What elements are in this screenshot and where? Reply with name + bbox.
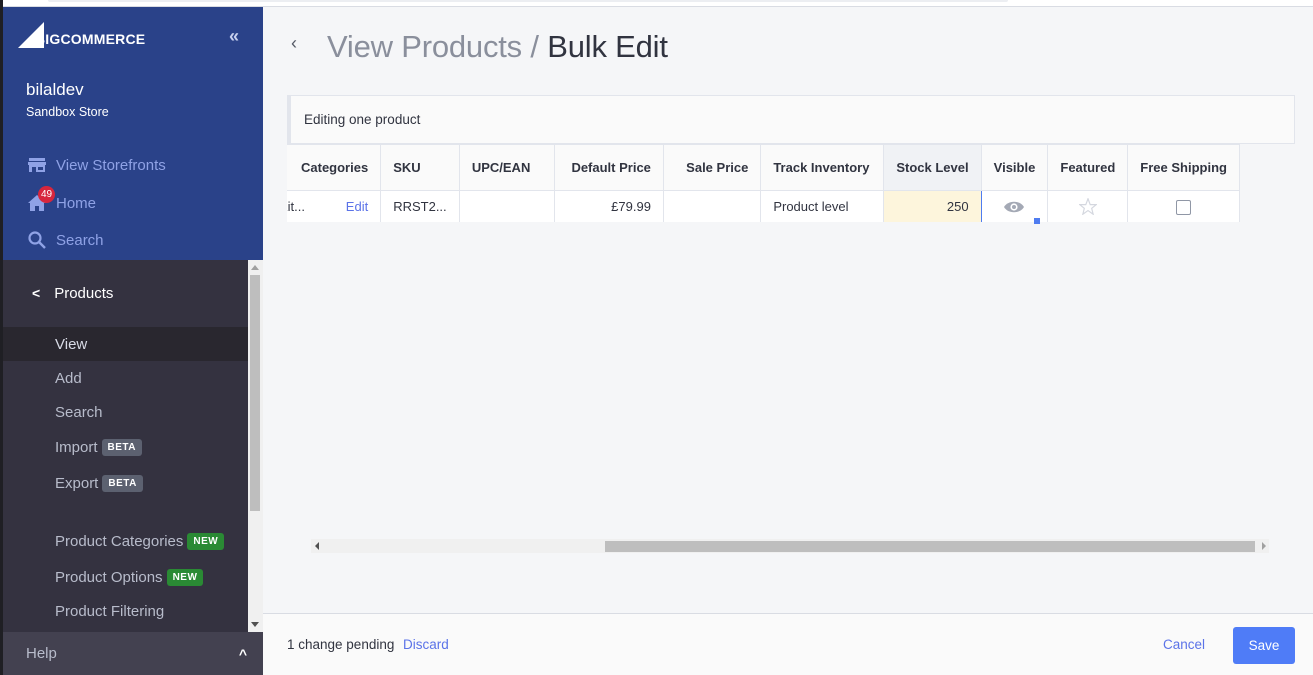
table-row: Bath, Kit... Edit RRST2... £79.99 Produc…	[287, 190, 1240, 222]
menu-item-label: Product Filtering	[55, 602, 165, 620]
view-storefronts-link[interactable]: View Storefronts	[27, 154, 166, 176]
menu-item-label: Product Categories	[55, 532, 184, 550]
cell-sku[interactable]: RRST2...	[380, 190, 460, 222]
horizontal-scrollbar-thumb[interactable]	[605, 541, 1255, 552]
new-tag: NEW	[187, 532, 225, 550]
action-footer: 1 change pending Discard Cancel Save	[263, 613, 1313, 675]
scroll-down-arrow-icon[interactable]	[251, 622, 259, 627]
cell-default-price[interactable]: £79.99	[553, 190, 664, 222]
help-label: Help	[26, 645, 57, 662]
search-label: Search	[56, 231, 104, 249]
cell-track-inventory[interactable]: Product level	[760, 190, 885, 222]
store-name: bilaldev	[26, 80, 84, 99]
pending-changes-text: 1 change pending	[287, 637, 395, 652]
cell-upc[interactable]	[458, 190, 555, 222]
column-header-track-inventory[interactable]: Track Inventory	[760, 144, 885, 191]
brand-name: BIGCOMMERCE	[35, 31, 146, 47]
menu-item-product-filtering[interactable]: Product Filtering	[3, 594, 248, 628]
menu-item-product-categories[interactable]: Product Categories NEW	[3, 524, 248, 558]
grid-horizontal-scrollbar[interactable]	[311, 539, 1269, 553]
cell-categories[interactable]: Bath, Kit... Edit	[287, 190, 382, 222]
column-header-stock-level[interactable]: Stock Level	[883, 144, 982, 191]
star-icon[interactable]	[1078, 197, 1098, 216]
scroll-right-arrow-icon[interactable]	[1262, 542, 1266, 550]
cancel-button[interactable]: Cancel	[1163, 637, 1205, 652]
menu-item-search[interactable]: Search	[3, 395, 248, 429]
view-storefronts-label: View Storefronts	[56, 156, 166, 174]
cell-free-shipping[interactable]	[1127, 190, 1240, 222]
cell-featured[interactable]	[1047, 190, 1129, 222]
products-section-title: Products	[54, 284, 114, 302]
products-menu: < Products View Add Search Import BETA E…	[3, 260, 248, 632]
bigcommerce-logo[interactable]: BIGCOMMERCE	[18, 22, 148, 52]
column-header-categories[interactable]: Categories	[287, 144, 382, 191]
collapse-sidebar-button[interactable]: «	[229, 27, 239, 45]
search-link[interactable]: Search	[27, 229, 104, 251]
search-icon	[27, 230, 47, 250]
menu-item-label: Product Options	[55, 568, 163, 586]
free-shipping-checkbox[interactable]	[1176, 199, 1192, 215]
breadcrumb-view-products[interactable]: View Products	[327, 29, 522, 64]
menu-item-label: Search	[55, 403, 103, 421]
top-strip-bar	[48, 0, 1008, 2]
beta-tag: BETA	[101, 438, 142, 456]
scroll-left-arrow-icon[interactable]	[315, 542, 319, 550]
scrollbar-thumb[interactable]	[250, 275, 260, 511]
menu-item-label: Export	[55, 474, 99, 492]
sidebar-header: BIGCOMMERCE « bilaldev Sandbox Store Vie…	[3, 7, 263, 260]
back-button[interactable]: ‹	[291, 33, 297, 54]
cell-sale-price[interactable]	[662, 190, 762, 222]
column-header-upc[interactable]: UPC/EAN	[458, 144, 555, 191]
store-type: Sandbox Store	[26, 105, 109, 119]
home-label: Home	[56, 194, 97, 212]
browser-top-strip	[0, 0, 1313, 7]
current-page-title: Bulk Edit	[547, 29, 668, 64]
menu-item-import[interactable]: Import BETA	[3, 430, 248, 464]
grid-header-row: Categories SKU UPC/EAN Default Price Sal…	[287, 144, 1240, 191]
chevron-left-icon: ‹	[291, 33, 297, 53]
chevron-up-icon: ^	[238, 645, 247, 662]
column-header-featured[interactable]: Featured	[1047, 144, 1129, 191]
column-header-sku[interactable]: SKU	[380, 144, 460, 191]
eye-icon[interactable]	[1003, 199, 1025, 214]
categories-value: Bath, Kit...	[287, 199, 305, 214]
products-back-header[interactable]: < Products	[3, 278, 248, 308]
sidebar-scrollbar[interactable]	[248, 260, 263, 632]
cell-fill-handle[interactable]	[1034, 218, 1040, 224]
new-tag: NEW	[166, 568, 204, 586]
cell-stock-level[interactable]: 250	[883, 190, 982, 222]
menu-item-view[interactable]: View	[3, 327, 248, 361]
column-header-free-shipping[interactable]: Free Shipping	[1127, 144, 1240, 191]
chevron-left-icon: <	[32, 285, 41, 301]
menu-item-export[interactable]: Export BETA	[3, 466, 248, 500]
home-link[interactable]: 49 Home	[27, 186, 97, 214]
breadcrumb-separator: /	[530, 29, 539, 64]
column-header-default-price[interactable]: Default Price	[553, 144, 664, 191]
editing-notice: Editing one product	[287, 95, 1295, 144]
help-toggle[interactable]: Help ^	[3, 632, 263, 675]
page-title: View Products / Bulk Edit	[327, 29, 668, 65]
column-header-visible[interactable]: Visible	[980, 144, 1049, 191]
save-button[interactable]: Save	[1233, 627, 1295, 664]
discard-link[interactable]: Discard	[403, 637, 449, 652]
notification-badge: 49	[38, 186, 55, 203]
editing-notice-text: Editing one product	[304, 112, 421, 127]
menu-item-label: Import	[55, 438, 98, 456]
menu-item-label: Add	[55, 369, 82, 387]
menu-item-label: View	[55, 335, 88, 353]
home-icon: 49	[27, 186, 55, 213]
menu-item-product-options[interactable]: Product Options NEW	[3, 560, 248, 594]
scroll-up-arrow-icon[interactable]	[251, 265, 259, 270]
double-chevron-left-icon: «	[229, 26, 240, 46]
beta-tag: BETA	[102, 474, 143, 492]
bulk-edit-grid: Categories SKU UPC/EAN Default Price Sal…	[287, 144, 1295, 222]
edit-categories-link[interactable]: Edit	[346, 199, 368, 214]
storefront-icon	[27, 155, 47, 175]
column-header-sale-price[interactable]: Sale Price	[662, 144, 762, 191]
menu-item-add[interactable]: Add	[3, 361, 248, 395]
